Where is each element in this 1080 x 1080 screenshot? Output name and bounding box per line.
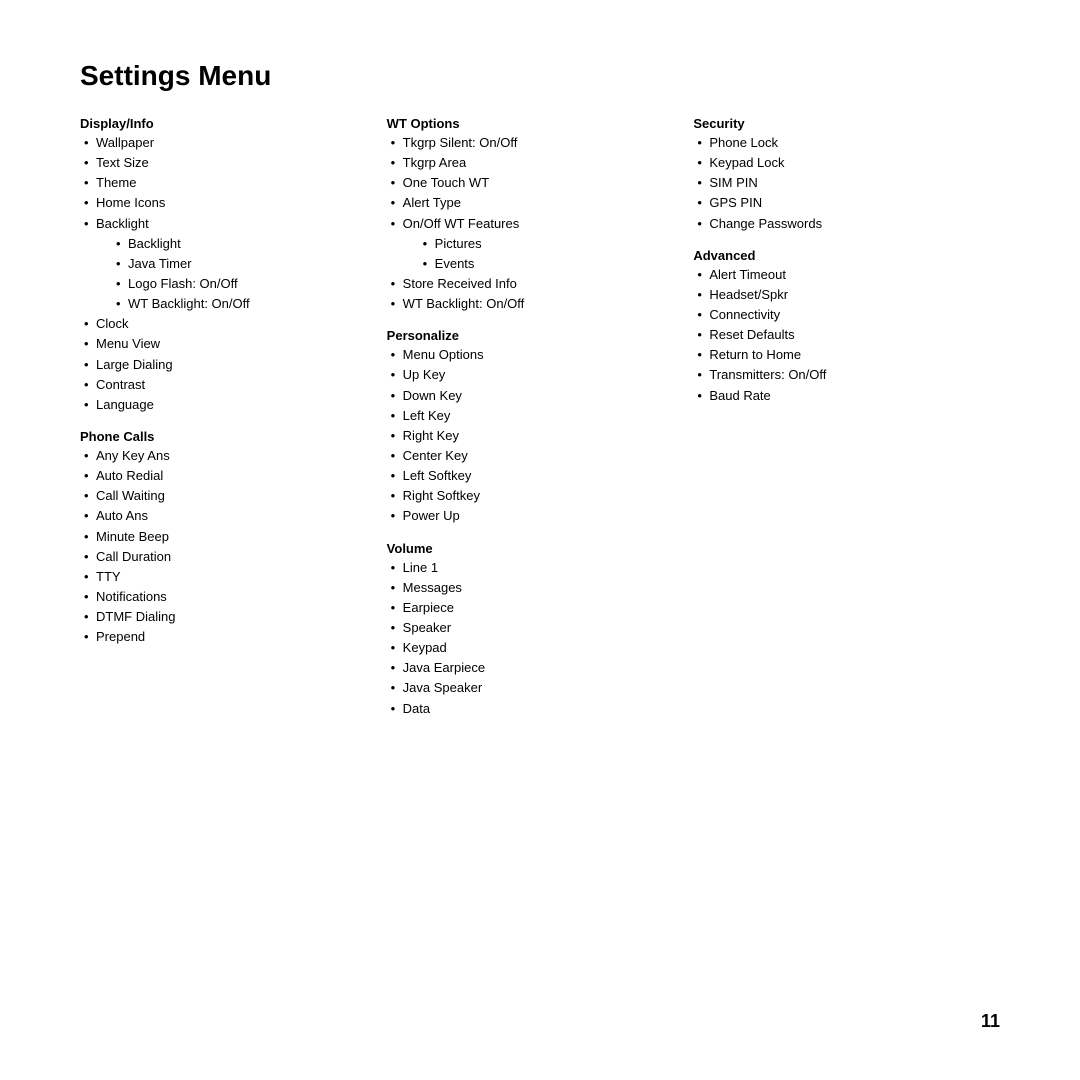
list-item: Tkgrp Silent: On/Off <box>387 133 674 153</box>
list-item: One Touch WT <box>387 173 674 193</box>
list-item: WT Backlight: On/Off <box>112 294 367 314</box>
list-item: WT Backlight: On/Off <box>387 294 674 314</box>
list-item: Call Duration <box>80 547 367 567</box>
list-item: Up Key <box>387 365 674 385</box>
sub-list-wt-features: Pictures Events <box>403 234 674 274</box>
column-2: WT Options Tkgrp Silent: On/Off Tkgrp Ar… <box>387 116 694 733</box>
list-item: Language <box>80 395 367 415</box>
list-phone-calls: Any Key Ans Auto Redial Call Waiting Aut… <box>80 446 367 647</box>
list-item: Menu Options <box>387 345 674 365</box>
page-number: 11 <box>981 1011 1000 1032</box>
list-item: Prepend <box>80 627 367 647</box>
section-title-phone-calls: Phone Calls <box>80 429 367 444</box>
section-phone-calls: Phone Calls Any Key Ans Auto Redial Call… <box>80 429 367 647</box>
list-item: Alert Type <box>387 193 674 213</box>
list-item: Store Received Info <box>387 274 674 294</box>
list-item: Reset Defaults <box>693 325 980 345</box>
list-item: Data <box>387 699 674 719</box>
section-title-personalize: Personalize <box>387 328 674 343</box>
list-item: Auto Redial <box>80 466 367 486</box>
list-item: Left Key <box>387 406 674 426</box>
list-item: Menu View <box>80 334 367 354</box>
list-personalize: Menu Options Up Key Down Key Left Key Ri… <box>387 345 674 526</box>
list-item: Backlight Backlight Java Timer Logo Flas… <box>80 214 367 315</box>
list-item: Java Earpiece <box>387 658 674 678</box>
list-item: GPS PIN <box>693 193 980 213</box>
list-wt-options: Tkgrp Silent: On/Off Tkgrp Area One Touc… <box>387 133 674 314</box>
list-item: Phone Lock <box>693 133 980 153</box>
list-item: Theme <box>80 173 367 193</box>
section-personalize: Personalize Menu Options Up Key Down Key… <box>387 328 674 526</box>
list-item: Clock <box>80 314 367 334</box>
section-advanced: Advanced Alert Timeout Headset/Spkr Conn… <box>693 248 980 406</box>
sub-list-backlight: Backlight Java Timer Logo Flash: On/Off … <box>96 234 367 315</box>
list-item: Call Waiting <box>80 486 367 506</box>
list-item: Pictures <box>419 234 674 254</box>
list-item: Speaker <box>387 618 674 638</box>
list-item: Alert Timeout <box>693 265 980 285</box>
list-item: Contrast <box>80 375 367 395</box>
list-item: Notifications <box>80 587 367 607</box>
list-item: Java Timer <box>112 254 367 274</box>
list-security: Phone Lock Keypad Lock SIM PIN GPS PIN C… <box>693 133 980 234</box>
list-item: Right Key <box>387 426 674 446</box>
list-item: Transmitters: On/Off <box>693 365 980 385</box>
list-item: Wallpaper <box>80 133 367 153</box>
list-item: Connectivity <box>693 305 980 325</box>
list-item: Baud Rate <box>693 386 980 406</box>
page-title: Settings Menu <box>80 60 1000 92</box>
section-title-security: Security <box>693 116 980 131</box>
page-container: Settings Menu Display/Info Wallpaper Tex… <box>0 0 1080 793</box>
section-display-info: Display/Info Wallpaper Text Size Theme H… <box>80 116 367 415</box>
list-item: TTY <box>80 567 367 587</box>
list-item: Return to Home <box>693 345 980 365</box>
list-item: Auto Ans <box>80 506 367 526</box>
list-item: Keypad Lock <box>693 153 980 173</box>
list-item: Backlight <box>112 234 367 254</box>
list-display-info: Wallpaper Text Size Theme Home Icons Bac… <box>80 133 367 415</box>
list-advanced: Alert Timeout Headset/Spkr Connectivity … <box>693 265 980 406</box>
column-3: Security Phone Lock Keypad Lock SIM PIN … <box>693 116 1000 420</box>
list-item: Center Key <box>387 446 674 466</box>
list-item: Any Key Ans <box>80 446 367 466</box>
list-item: Tkgrp Area <box>387 153 674 173</box>
list-item: SIM PIN <box>693 173 980 193</box>
list-item: Events <box>419 254 674 274</box>
section-volume: Volume Line 1 Messages Earpiece Speaker … <box>387 541 674 719</box>
list-item: Line 1 <box>387 558 674 578</box>
list-item: Large Dialing <box>80 355 367 375</box>
section-title-volume: Volume <box>387 541 674 556</box>
columns-container: Display/Info Wallpaper Text Size Theme H… <box>80 116 1000 733</box>
column-1: Display/Info Wallpaper Text Size Theme H… <box>80 116 387 661</box>
list-item: Text Size <box>80 153 367 173</box>
list-item: Headset/Spkr <box>693 285 980 305</box>
list-item: Minute Beep <box>80 527 367 547</box>
section-title-wt-options: WT Options <box>387 116 674 131</box>
section-security: Security Phone Lock Keypad Lock SIM PIN … <box>693 116 980 234</box>
list-volume: Line 1 Messages Earpiece Speaker Keypad … <box>387 558 674 719</box>
list-item: Earpiece <box>387 598 674 618</box>
list-item: Java Speaker <box>387 678 674 698</box>
list-item: Right Softkey <box>387 486 674 506</box>
list-item: Messages <box>387 578 674 598</box>
list-item: Logo Flash: On/Off <box>112 274 367 294</box>
list-item: Left Softkey <box>387 466 674 486</box>
list-item: Change Passwords <box>693 214 980 234</box>
section-wt-options: WT Options Tkgrp Silent: On/Off Tkgrp Ar… <box>387 116 674 314</box>
section-title-advanced: Advanced <box>693 248 980 263</box>
list-item: On/Off WT Features Pictures Events <box>387 214 674 274</box>
list-item: Down Key <box>387 386 674 406</box>
list-item: Power Up <box>387 506 674 526</box>
section-title-display-info: Display/Info <box>80 116 367 131</box>
list-item: DTMF Dialing <box>80 607 367 627</box>
list-item: Home Icons <box>80 193 367 213</box>
list-item: Keypad <box>387 638 674 658</box>
